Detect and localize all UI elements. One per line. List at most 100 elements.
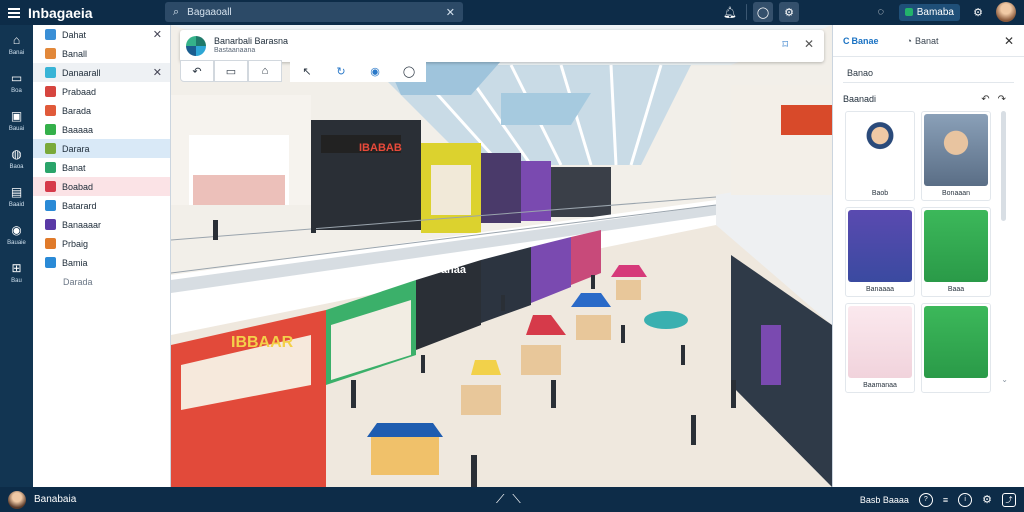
divider — [746, 4, 747, 20]
device-image — [924, 210, 988, 282]
gear-icon[interactable]: ⚙ — [968, 2, 988, 22]
product-caption: Baob — [871, 190, 889, 197]
category-panel: Dahat ✕ Banall Danaarall ✕ Prabaad Barada Baaaa… — [33, 25, 171, 487]
category-item[interactable]: Prabaad — [33, 82, 170, 101]
category-label: Prabaad — [62, 86, 97, 97]
left-rail: ⌂ Banai ▭ Boa ▣ Bauai ◍ Baoa ▤ Baaid ◉ Bauaie ⊞ Bau — [0, 25, 33, 487]
category-color-icon — [45, 67, 56, 78]
circle-icon[interactable]: ◯ — [392, 60, 426, 82]
panel-field[interactable]: Banao — [843, 63, 1014, 83]
settings-icon[interactable]: ⚙ — [779, 2, 799, 22]
product-caption: Banaaaa — [865, 286, 895, 293]
username: Banabaia — [34, 494, 77, 505]
cosmetics-image — [848, 306, 912, 378]
category-item[interactable]: Barada — [33, 101, 170, 120]
notification-icon[interactable]: 🔔︎ — [720, 2, 740, 22]
tab-primary-icon: C — [843, 35, 850, 46]
bookmark-icon[interactable]: ⌑ — [782, 38, 788, 51]
rail-item[interactable]: ▣ Bauai — [0, 101, 33, 139]
tab-primary[interactable]: C Banae — [843, 36, 879, 46]
close-panel-icon[interactable]: ✕ — [1004, 34, 1014, 48]
category-color-icon — [45, 219, 56, 230]
category-item[interactable]: Banaaaar — [33, 215, 170, 234]
category-item[interactable]: Darara — [33, 139, 170, 158]
category-color-icon — [45, 162, 56, 173]
store-sign-1: IBABAB — [359, 142, 402, 154]
share-icon[interactable]: ⤴ — [1002, 492, 1016, 507]
clear-search-icon[interactable]: ✕ — [446, 6, 455, 19]
category-label: Baaaaa — [62, 124, 94, 135]
account-label: Bamaba — [916, 6, 954, 18]
category-color-icon — [45, 200, 56, 211]
section-header: Baanadi ↶↷ — [843, 89, 1014, 109]
tab-primary-label: Banae — [851, 35, 879, 46]
category-color-icon — [45, 143, 56, 154]
chat-icon[interactable]: ◌ — [871, 2, 891, 22]
menu-label-icon[interactable]: ≡ — [943, 495, 948, 505]
category-item[interactable]: Prbaig — [33, 234, 170, 253]
product-panel: C Banae ◔ Banat ✕ Banao Baanadi ↶↷ Baob B… — [832, 25, 1024, 487]
help-icon[interactable]: ? — [918, 492, 933, 507]
tab-secondary[interactable]: ◔ Banat — [907, 36, 939, 46]
product-tile[interactable] — [921, 303, 991, 393]
product-caption: Baamanaa — [863, 382, 897, 389]
rail-item[interactable]: ⊞ Bau — [0, 253, 33, 291]
search-input[interactable] — [187, 6, 440, 18]
category-item[interactable]: Baaaaa — [33, 120, 170, 139]
category-label: Barada — [62, 105, 92, 116]
place-subtitle: Bastaanaana — [214, 47, 256, 54]
category-label: Danaarall — [62, 67, 101, 78]
close-icon[interactable]: ✕ — [804, 37, 814, 51]
product-tile[interactable]: Banaaaa — [845, 207, 915, 297]
monitor-icon: ▣ — [10, 108, 23, 123]
scrollbar[interactable] — [1001, 111, 1006, 221]
expand-icon[interactable]: ⟋⟍ — [496, 492, 529, 507]
category-item[interactable]: Banall — [33, 44, 170, 63]
rotate-icon[interactable]: ↻ — [324, 60, 358, 82]
rail-item[interactable]: ◍ Baoa — [0, 139, 33, 177]
nav-arrows-icon[interactable]: ↶↷ — [981, 94, 1014, 105]
rail-item-label: Bauaie — [7, 239, 26, 246]
pin-icon[interactable]: ⌂ — [248, 60, 282, 82]
rail-item-label: Baoa — [9, 163, 24, 170]
undo-icon[interactable]: ↶ — [180, 60, 214, 82]
bottom-avatar[interactable] — [8, 490, 26, 509]
brand: Inbagaeia — [8, 5, 93, 21]
mall-viewport[interactable]: IBABAB Banaa IBBAAR — [171, 25, 832, 487]
category-item[interactable]: Batarard — [33, 196, 170, 215]
close-icon[interactable]: ✕ — [153, 28, 162, 41]
product-tile[interactable]: Bonaaan — [921, 111, 991, 201]
rail-item[interactable]: ▤ Baaid — [0, 177, 33, 215]
frame-icon[interactable]: ▭ — [214, 60, 248, 82]
account-switcher[interactable]: Bamaba — [898, 3, 960, 21]
category-label: Banaaaar — [62, 219, 102, 230]
category-item[interactable]: Danaarall ✕ — [33, 63, 170, 82]
menu-icon[interactable] — [8, 7, 20, 18]
category-item[interactable]: Boabad — [33, 177, 170, 196]
category-item[interactable]: Dahat ✕ — [33, 25, 170, 44]
scroll-down-icon[interactable]: ⌄ — [1001, 375, 1008, 384]
pointer-icon[interactable]: ↖ — [290, 60, 324, 82]
rail-item[interactable]: ▭ Boa — [0, 63, 33, 101]
place-logo-icon — [186, 36, 206, 56]
view-icon[interactable]: ◉ — [358, 60, 392, 82]
category-item[interactable]: Bamia — [33, 253, 170, 272]
panel-footer[interactable]: Darada — [33, 272, 170, 291]
rail-item[interactable]: ⌂ Banai — [0, 25, 33, 63]
category-label: Bamia — [62, 257, 88, 268]
user-avatar[interactable] — [996, 2, 1016, 22]
product-tile[interactable]: Baob — [845, 111, 915, 201]
info-icon[interactable]: i — [958, 492, 973, 507]
category-item[interactable]: Banat — [33, 158, 170, 177]
product-tile[interactable]: Baamanaa — [845, 303, 915, 393]
search-bar[interactable]: ⌕ ✕ — [165, 2, 463, 22]
product-box-image — [848, 210, 912, 282]
gear-icon[interactable]: ⚙ — [982, 493, 992, 506]
rail-item[interactable]: ◉ Bauaie — [0, 215, 33, 253]
record-icon[interactable]: ◯ — [753, 2, 773, 22]
product-tile[interactable]: Baaa — [921, 207, 991, 297]
product-caption: Bonaaan — [941, 190, 971, 197]
portrait-image — [924, 114, 988, 186]
category-color-icon — [45, 238, 56, 249]
close-icon[interactable]: ✕ — [153, 66, 162, 79]
